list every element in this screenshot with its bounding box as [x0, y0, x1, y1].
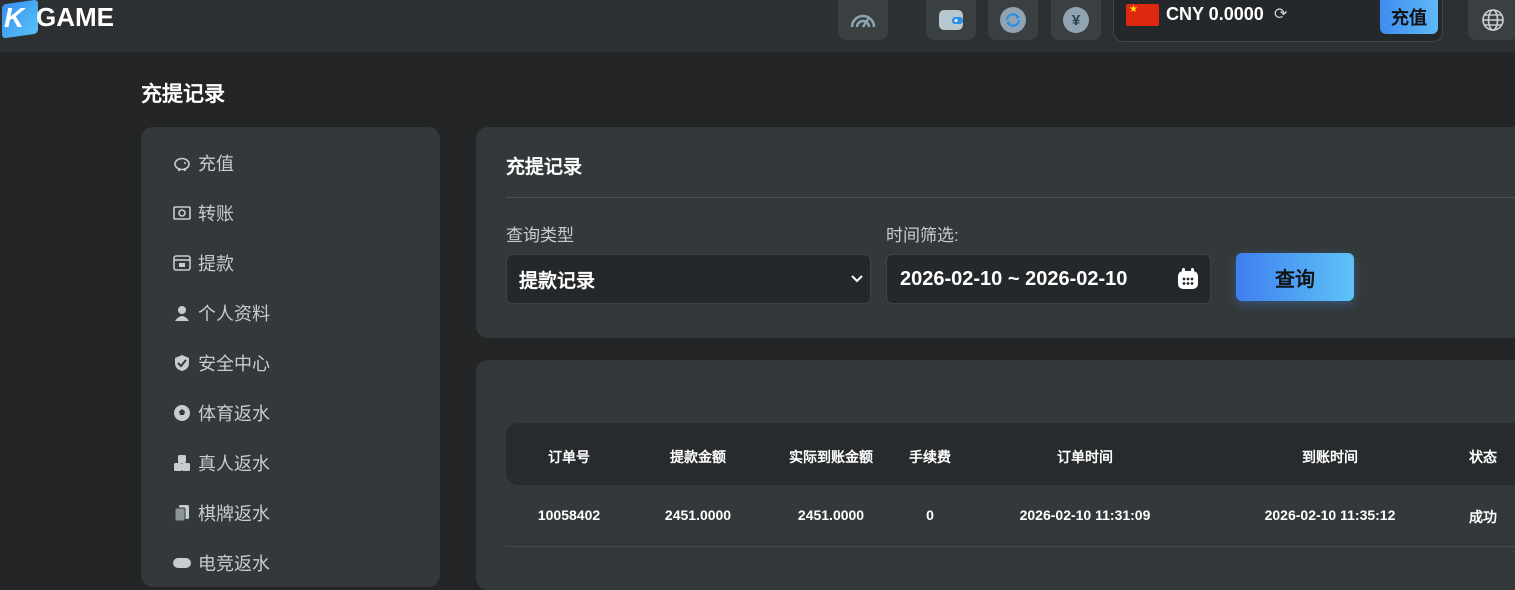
withdraw-icon: [172, 253, 192, 273]
gamepad-icon: [172, 553, 192, 573]
sidebar-item-label: 棋牌返水: [198, 504, 270, 524]
calendar-icon[interactable]: [1176, 267, 1200, 291]
table-header: 订单号 提款金额 实际到账金额 手续费 订单时间 到账时间 状态: [506, 423, 1515, 485]
piggy-bank-icon: [172, 153, 192, 173]
cell-arrival-time: 2026-02-10 11:35:12: [1264, 507, 1396, 523]
sidebar-item-withdraw[interactable]: 提款: [172, 251, 234, 275]
sidebar-item-label: 个人资料: [198, 304, 270, 324]
logo-text: GAME: [36, 2, 114, 32]
wallet-button[interactable]: [926, 0, 976, 40]
sidebar-item-label: 安全中心: [198, 354, 270, 374]
top-bar: K GAME ¥ ★ CNY 0.0000 ⟳ 充值: [0, 0, 1515, 52]
refresh-button[interactable]: [988, 0, 1038, 40]
sidebar-item-label: 充值: [198, 154, 234, 174]
user-icon: [172, 303, 192, 323]
sidebar-item-sports-rebate[interactable]: 体育返水: [172, 401, 270, 425]
cell-amount: 2451.0000: [664, 507, 732, 523]
chevron-down-icon: [851, 275, 863, 283]
sidebar: 充值 转账 提款 个人资料 安全中心 体育返水 真人返水 棋牌返水 电竞返水: [141, 127, 440, 587]
sidebar-item-deposit[interactable]: 充值: [172, 151, 234, 175]
signal-button[interactable]: [838, 0, 888, 40]
globe-icon: [1482, 9, 1504, 31]
column-header-fee: 手续费: [909, 449, 951, 465]
sidebar-item-label: 体育返水: [198, 404, 270, 424]
filter-card-title: 充提记录: [506, 157, 583, 178]
cell-actual-amount: 2451.0000: [797, 507, 865, 523]
query-button[interactable]: 查询: [1236, 253, 1354, 301]
table-row: 10058402 2451.0000 2451.0000 0 2026-02-1…: [506, 485, 1515, 547]
yuan-icon: ¥: [1063, 7, 1089, 33]
refresh-balance-icon[interactable]: ⟳: [1274, 4, 1287, 24]
column-header-amount: 提款金额: [670, 449, 726, 465]
cell-order-id: 10058402: [537, 507, 601, 523]
language-button[interactable]: [1468, 0, 1515, 40]
column-header-order-time: 订单时间: [1057, 449, 1113, 465]
sidebar-item-security[interactable]: 安全中心: [172, 351, 270, 375]
signal-icon: [850, 14, 876, 28]
dice-icon: [172, 453, 192, 473]
sidebar-item-esports-rebate[interactable]: 电竞返水: [172, 551, 270, 575]
sidebar-item-profile[interactable]: 个人资料: [172, 301, 270, 325]
currency-button[interactable]: ¥: [1051, 0, 1101, 40]
column-header-actual-amount: 实际到账金额: [789, 449, 873, 465]
cards-icon: [172, 503, 192, 523]
query-type-value: 提款记录: [519, 270, 596, 292]
wallet-icon: [939, 10, 963, 30]
cell-fee: 0: [926, 507, 934, 523]
sidebar-item-chess-rebate[interactable]: 棋牌返水: [172, 501, 270, 525]
balance-box: ★ CNY 0.0000 ⟳ 充值: [1113, 0, 1443, 42]
query-type-select[interactable]: 提款记录: [506, 254, 871, 304]
divider: [506, 197, 1515, 198]
sidebar-item-label: 真人返水: [198, 454, 270, 474]
sidebar-item-label: 电竞返水: [198, 554, 270, 574]
column-header-arrival-time: 到账时间: [1302, 449, 1358, 465]
filter-card: 充提记录 查询类型 时间筛选: 提款记录 2026-02-10 ~ 2026-0…: [476, 127, 1515, 338]
logo-k: K: [4, 2, 25, 33]
kgame-logo[interactable]: K GAME: [0, 0, 170, 39]
money-transfer-icon: [172, 203, 192, 223]
balance-amount: CNY 0.0000: [1166, 4, 1264, 24]
shield-icon: [172, 353, 192, 373]
records-card: 订单号 提款金额 实际到账金额 手续费 订单时间 到账时间 状态 1005840…: [476, 360, 1515, 590]
soccer-icon: [172, 403, 192, 423]
refresh-icon: [1000, 7, 1026, 33]
column-header-order-id: 订单号: [548, 449, 590, 465]
china-flag-icon: ★: [1126, 4, 1159, 26]
cell-status: 成功: [1469, 509, 1497, 525]
sidebar-item-transfer[interactable]: 转账: [172, 201, 234, 225]
sidebar-item-live-rebate[interactable]: 真人返水: [172, 451, 270, 475]
query-type-label: 查询类型: [506, 226, 574, 245]
column-header-status: 状态: [1469, 449, 1497, 465]
deposit-button[interactable]: 充值: [1380, 0, 1438, 34]
sidebar-item-label: 转账: [198, 204, 234, 224]
date-range-value: 2026-02-10 ~ 2026-02-10: [900, 267, 1128, 290]
date-range-input[interactable]: 2026-02-10 ~ 2026-02-10: [886, 254, 1211, 304]
time-filter-label: 时间筛选:: [886, 226, 959, 245]
sidebar-item-label: 提款: [198, 254, 234, 274]
cell-order-time: 2026-02-10 11:31:09: [1019, 507, 1151, 523]
page-title: 充提记录: [141, 83, 225, 106]
